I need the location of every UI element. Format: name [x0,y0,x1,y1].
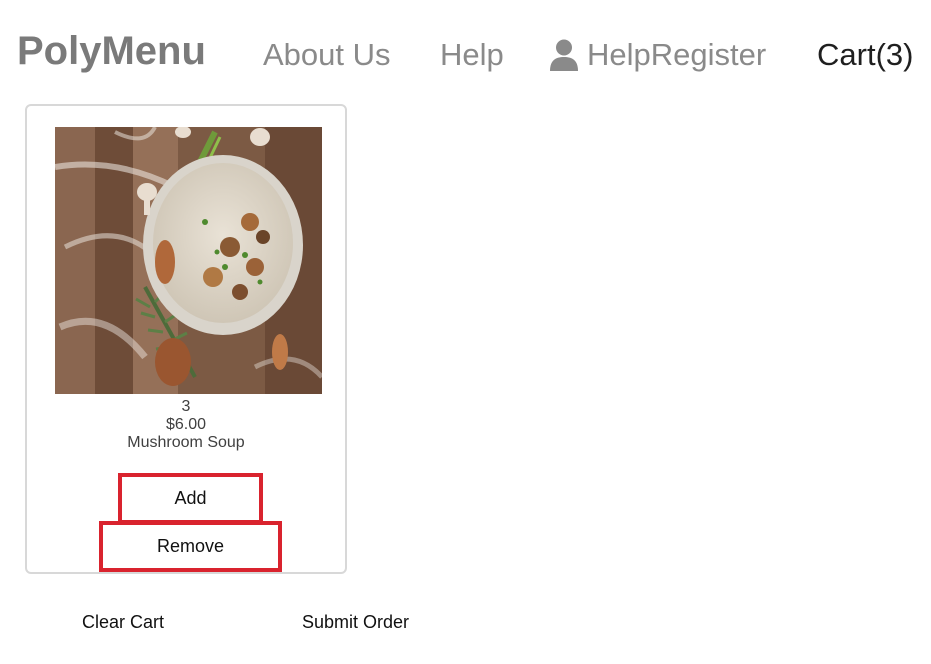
mushroom-soup-image [55,127,322,394]
nav-register[interactable]: HelpRegister [549,36,766,74]
remove-button[interactable]: Remove [99,521,282,572]
nav-help[interactable]: Help [440,36,504,74]
nav-register-label: HelpRegister [587,37,767,72]
add-button[interactable]: Add [118,473,263,524]
submit-order-button[interactable]: Submit Order [302,611,409,633]
brand-logo[interactable]: PolyMenu [17,27,206,75]
nav-cart[interactable]: Cart(3) [817,36,913,74]
clear-cart-button[interactable]: Clear Cart [82,611,164,633]
item-name: Mushroom Soup [127,434,245,451]
user-icon [549,38,579,72]
cart-item-card: 3 $6.00 Mushroom Soup Add Remove [25,104,347,574]
item-quantity: 3 [181,398,191,415]
nav-about-us[interactable]: About Us [263,36,391,74]
item-price: $6.00 [165,416,207,433]
